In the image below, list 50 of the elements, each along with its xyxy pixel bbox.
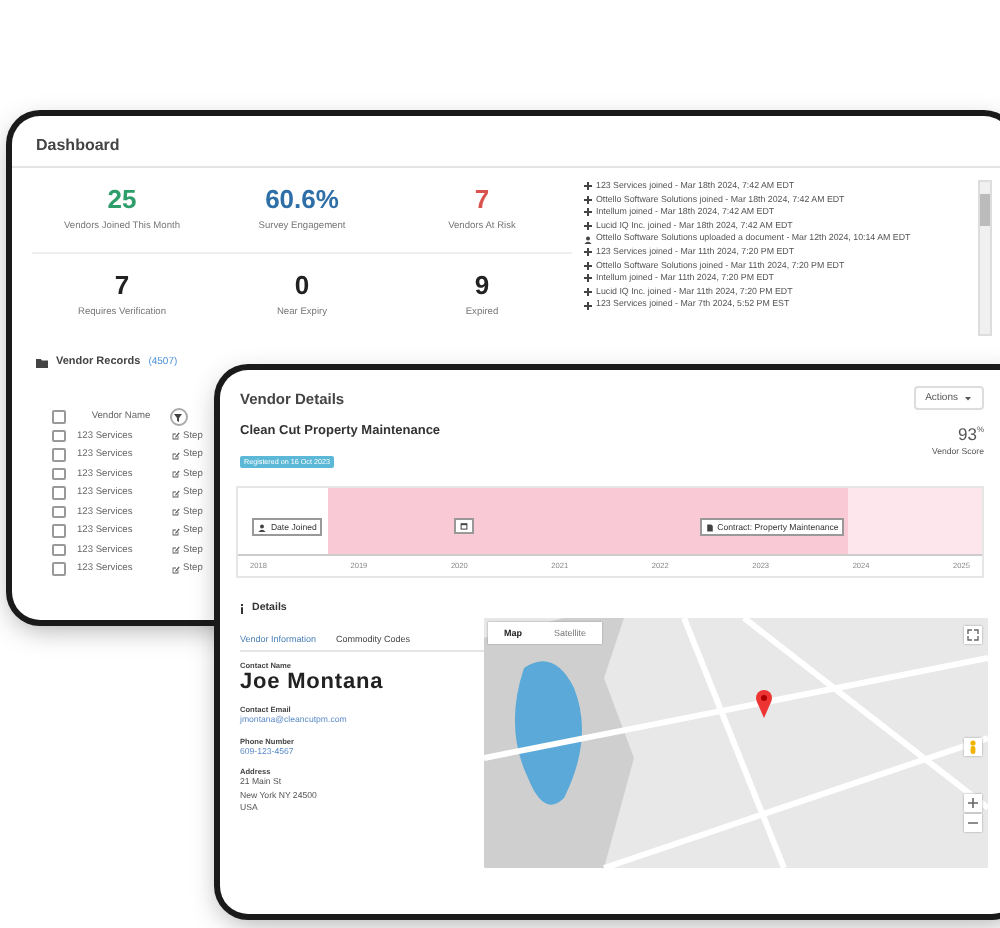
stat-value: 0: [294, 269, 310, 301]
plus-icon: [584, 261, 592, 270]
folder-icon: [36, 357, 48, 367]
edit-icon[interactable]: [171, 565, 179, 574]
person-icon: [258, 523, 267, 531]
person-icon[interactable]: [964, 738, 982, 756]
edit-icon[interactable]: [171, 489, 179, 498]
fullscreen-icon[interactable]: [964, 626, 982, 644]
checkbox[interactable]: [52, 543, 65, 557]
dashboard-title: Dashboard: [12, 116, 1000, 168]
checkbox[interactable]: [52, 429, 65, 443]
filter-icon[interactable]: [169, 408, 187, 427]
edit-icon[interactable]: [171, 546, 179, 555]
stat-value: 7: [474, 184, 490, 216]
future-period-band: [848, 488, 982, 556]
plus-icon: [584, 274, 592, 283]
edit-icon[interactable]: [171, 451, 179, 460]
plus-icon: [584, 248, 592, 257]
edit-icon[interactable]: [171, 508, 179, 517]
checkbox[interactable]: [52, 562, 65, 576]
checkbox[interactable]: [52, 448, 65, 462]
checkbox[interactable]: [52, 505, 65, 519]
checkbox[interactable]: [52, 410, 65, 424]
plus-icon: [584, 208, 592, 217]
document-icon: [705, 523, 714, 531]
plus-icon: [584, 222, 592, 231]
zoom-out-icon[interactable]: [964, 814, 982, 832]
timeline-event[interactable]: [453, 518, 474, 534]
plus-icon: [584, 195, 592, 204]
checkbox[interactable]: [52, 524, 65, 538]
edit-icon[interactable]: [171, 432, 179, 441]
stat-value: 7: [114, 269, 130, 301]
stat-value: 9: [474, 269, 490, 301]
stat-value: 25: [107, 184, 137, 216]
zoom-in-icon[interactable]: [964, 794, 982, 812]
field-value: Joe Montana: [240, 670, 386, 696]
caret-icon: [964, 395, 972, 401]
plus-icon: [584, 288, 592, 297]
plus-icon: [584, 301, 592, 310]
map-drawing[interactable]: [484, 618, 988, 868]
scrollbar[interactable]: [978, 180, 992, 336]
calendar-icon: [459, 522, 468, 530]
stat-value: 60.6%: [265, 184, 339, 216]
checkbox[interactable]: [52, 467, 65, 481]
edit-icon[interactable]: [171, 470, 179, 479]
location-pin-icon: [756, 690, 772, 718]
checkbox[interactable]: [52, 486, 65, 500]
edit-icon[interactable]: [171, 527, 179, 536]
person-icon: [584, 235, 592, 244]
plus-icon: [584, 182, 592, 191]
